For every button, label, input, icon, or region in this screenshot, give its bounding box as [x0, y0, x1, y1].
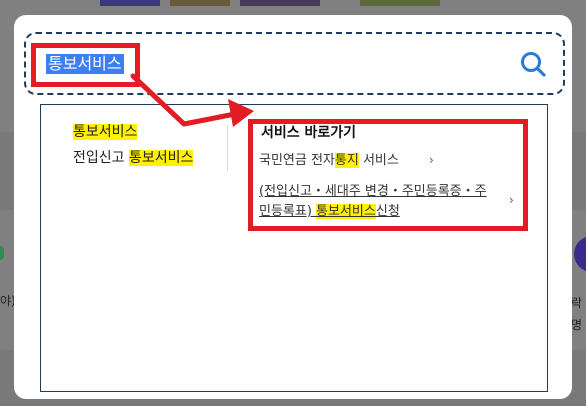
service-match: 통지: [334, 153, 359, 168]
service-link-notification-apply[interactable]: (전입신고・세대주 변경・주민등록증・주민등록표) 통보서비스신청: [259, 182, 495, 222]
chevron-right-icon: ›: [509, 193, 514, 207]
search-icon[interactable]: [519, 50, 547, 78]
suggestion-match: 통보서비스: [73, 124, 138, 140]
suggestion-item[interactable]: 통보서비스: [73, 123, 138, 141]
bg-service-icon: [0, 246, 4, 260]
bg-strip: [240, 0, 320, 6]
divider: [227, 125, 228, 171]
chevron-right-icon: ›: [429, 153, 434, 167]
annotation-box-search: [31, 43, 140, 87]
bg-strip: [100, 0, 160, 6]
suggestion-match: 통보서비스: [128, 150, 194, 166]
service-match: 통보서비스: [316, 204, 376, 219]
bg-service-icon: [574, 236, 586, 272]
services-title: 서비스 바로가기: [261, 125, 357, 141]
suggestion-item[interactable]: 전입신고 통보서비스: [73, 149, 194, 167]
service-link-pension-notice[interactable]: 국민연금 전자통지 서비스: [259, 152, 399, 170]
bg-strip: [360, 0, 440, 6]
bg-strip: [170, 0, 230, 6]
